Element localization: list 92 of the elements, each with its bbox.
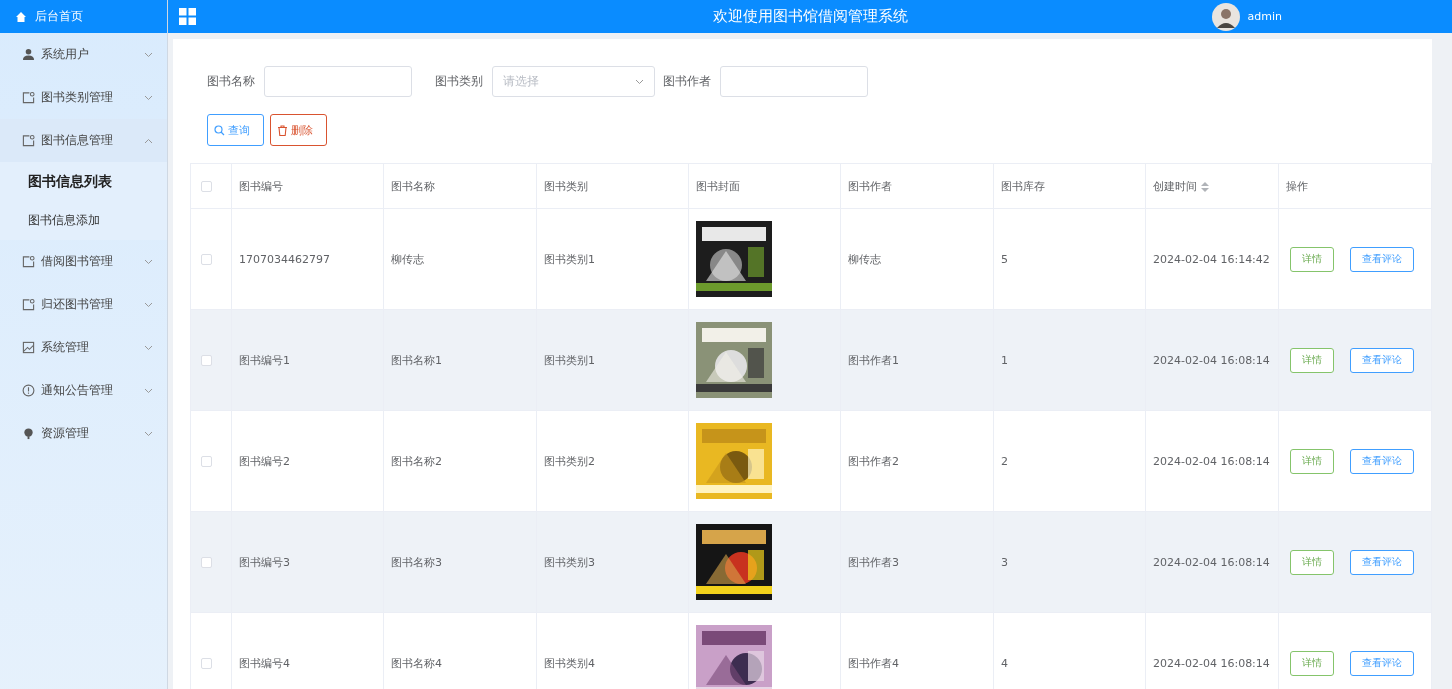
chevron-down-icon	[144, 301, 153, 308]
table-cell: 图书名称3	[383, 511, 537, 613]
column-header: 图书作者	[840, 163, 994, 209]
table-cell: 图书类别2	[536, 410, 689, 512]
chevron-down-icon	[144, 430, 153, 437]
document-icon	[22, 298, 35, 311]
filter-label: 图书名称	[207, 73, 255, 90]
view-comments-button[interactable]: 查看评论	[1350, 448, 1414, 474]
category-select[interactable]: 请选择	[492, 66, 655, 97]
details-button[interactable]: 详情	[1290, 347, 1334, 373]
sidebar-item[interactable]: 归还图书管理	[0, 283, 167, 326]
table-cell: 图书编号2	[231, 410, 384, 512]
table-cell: 图书作者3	[840, 511, 994, 613]
details-button[interactable]: 详情	[1290, 650, 1334, 676]
avatar-icon[interactable]	[1211, 2, 1240, 31]
column-header: 图书封面	[688, 163, 841, 209]
table-cell: 2	[993, 410, 1146, 512]
view-comments-button[interactable]: 查看评论	[1350, 549, 1414, 575]
table-cell: 2024-02-04 16:14:42	[1145, 208, 1279, 310]
column-header: 图书类别	[536, 163, 689, 209]
table-cell: 图书编号3	[231, 511, 384, 613]
table-cell: 图书作者1	[840, 309, 994, 411]
user-icon	[22, 48, 35, 61]
pin-icon	[22, 427, 35, 440]
table-cell: 图书编号1	[231, 309, 384, 411]
table-cell: 图书类别1	[536, 208, 689, 310]
sort-icon[interactable]	[1201, 181, 1209, 192]
row-checkbox[interactable]	[201, 556, 212, 568]
submenu-item[interactable]: 图书信息列表	[0, 162, 167, 201]
table-cell: 2024-02-04 16:08:14	[1145, 410, 1279, 512]
chevron-down-icon	[635, 78, 644, 85]
details-button[interactable]: 详情	[1290, 549, 1334, 575]
sidebar-item[interactable]: 图书信息管理	[0, 119, 167, 162]
search-icon	[214, 124, 225, 136]
column-header: 图书名称	[383, 163, 537, 209]
table-cell: 1	[993, 309, 1146, 411]
sidebar-item[interactable]: 系统用户	[0, 33, 167, 76]
submenu-item[interactable]: 图书信息添加	[0, 201, 167, 240]
column-header[interactable]: 创建时间	[1145, 163, 1279, 209]
details-button[interactable]: 详情	[1290, 246, 1334, 272]
table-cell: 图书类别1	[536, 309, 689, 411]
row-checkbox[interactable]	[201, 253, 212, 265]
document-icon	[22, 91, 35, 104]
table-cell: 2024-02-04 16:08:14	[1145, 511, 1279, 613]
document-icon	[22, 255, 35, 268]
column-header: 图书编号	[231, 163, 384, 209]
sidebar-item[interactable]: 通知公告管理	[0, 369, 167, 412]
text-field[interactable]	[720, 66, 868, 97]
table-cell: 图书作者2	[840, 410, 994, 512]
details-button[interactable]: 详情	[1290, 448, 1334, 474]
select-all-checkbox[interactable]	[201, 180, 212, 192]
text-field[interactable]	[264, 66, 412, 97]
home-menu-item[interactable]: 后台首页	[0, 0, 167, 33]
image-icon	[22, 341, 35, 354]
table-cell: 图书名称2	[383, 410, 537, 512]
row-checkbox[interactable]	[201, 657, 212, 669]
grid-menu-icon[interactable]	[179, 8, 196, 25]
table-cell: 图书类别3	[536, 511, 689, 613]
view-comments-button[interactable]: 查看评论	[1350, 650, 1414, 676]
table-cell: 1707034462797	[231, 208, 384, 310]
row-checkbox[interactable]	[201, 455, 212, 467]
column-header: 图书库存	[993, 163, 1146, 209]
chevron-down-icon	[144, 51, 153, 58]
home-icon	[15, 10, 27, 23]
sidebar-item[interactable]: 借阅图书管理	[0, 240, 167, 283]
view-comments-button[interactable]: 查看评论	[1350, 347, 1414, 373]
column-header: 操作	[1278, 163, 1432, 209]
table-cell: 3	[993, 511, 1146, 613]
document-icon	[22, 134, 35, 147]
chevron-down-icon	[144, 344, 153, 351]
app-title: 欢迎使用图书馆借阅管理系统	[712, 7, 908, 26]
row-checkbox[interactable]	[201, 354, 212, 366]
chevron-down-icon	[144, 387, 153, 394]
chevron-down-icon	[144, 258, 153, 265]
table-cell: 2024-02-04 16:08:14	[1145, 309, 1279, 411]
view-comments-button[interactable]: 查看评论	[1350, 246, 1414, 272]
sidebar-item[interactable]: 系统管理	[0, 326, 167, 369]
sidebar-item[interactable]: 资源管理	[0, 412, 167, 455]
search-button[interactable]: 查询	[207, 114, 264, 146]
table-cell: 柳传志	[840, 208, 994, 310]
filter-label: 图书作者	[663, 73, 711, 90]
table-cell: 柳传志	[383, 208, 537, 310]
chevron-down-icon	[144, 94, 153, 101]
info-icon	[22, 384, 35, 397]
trash-icon	[277, 124, 288, 136]
table-cell: 5	[993, 208, 1146, 310]
sidebar-item[interactable]: 图书类别管理	[0, 76, 167, 119]
delete-button[interactable]: 删除	[270, 114, 327, 146]
chevron-up-icon	[144, 137, 153, 144]
filter-label: 图书类别	[435, 73, 483, 90]
table-cell: 图书名称1	[383, 309, 537, 411]
username[interactable]: admin	[1247, 10, 1282, 23]
